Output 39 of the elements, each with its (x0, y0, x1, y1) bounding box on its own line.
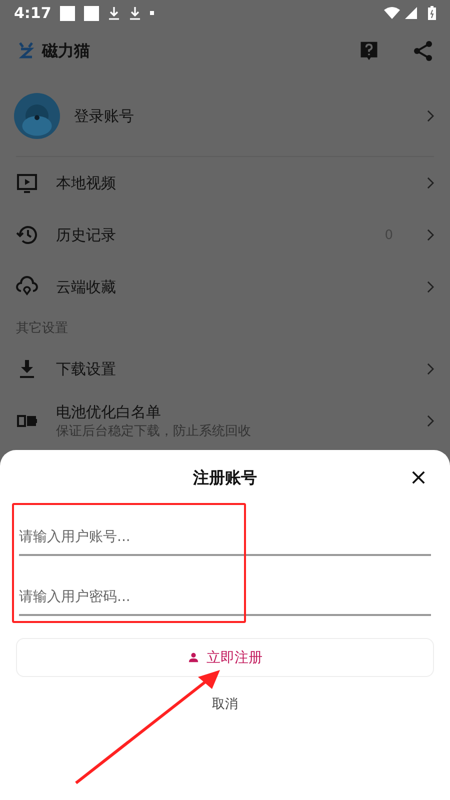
battery-icon (428, 6, 436, 20)
input-field[interactable]: 请输入用户账号... (19, 506, 431, 556)
app-title: 磁力猫 (42, 40, 90, 62)
chevron-icon (427, 229, 434, 241)
notification-icon (60, 6, 76, 20)
chevron-icon (427, 363, 434, 375)
cloud-icon (16, 276, 38, 298)
chevron-icon (427, 110, 434, 122)
register-button[interactable]: 立即注册 (16, 638, 434, 677)
input-field[interactable]: 请输入用户密码... (19, 566, 431, 616)
notification-icon (84, 6, 100, 20)
menu-label: 历史记录 (56, 226, 116, 244)
menu-label: 云端收藏 (56, 278, 116, 296)
chevron-icon (427, 177, 434, 189)
chevron-icon (427, 281, 434, 293)
download-icon (129, 6, 142, 20)
wifi-icon (384, 7, 400, 19)
signal-icon (403, 7, 419, 19)
menu-label: 本地视频 (56, 174, 116, 192)
history-icon (16, 224, 38, 246)
download-icon (108, 6, 120, 20)
menu-item[interactable]: 本地视频 (0, 157, 450, 209)
clock: 4:17 (14, 4, 52, 22)
sheet-title: 注册账号 (193, 468, 257, 488)
logo-icon (16, 41, 36, 61)
login-label: 登录账号 (74, 106, 134, 126)
menu-item[interactable]: 云端收藏 (0, 261, 450, 313)
chevron-icon (427, 415, 434, 427)
share-icon[interactable] (412, 40, 434, 62)
close-icon[interactable] (411, 470, 426, 485)
avatar-icon (14, 93, 60, 139)
login-row[interactable]: 登录账号 (0, 76, 450, 156)
help-icon[interactable] (358, 40, 380, 62)
person-icon (188, 652, 198, 663)
cancel-button[interactable]: 取消 (202, 689, 248, 719)
settings-item[interactable]: 下载设置 (0, 343, 450, 395)
settings-label: 下载设置 (56, 360, 116, 378)
video-icon (16, 172, 38, 194)
settings-label: 电池优化白名单 (56, 402, 162, 422)
